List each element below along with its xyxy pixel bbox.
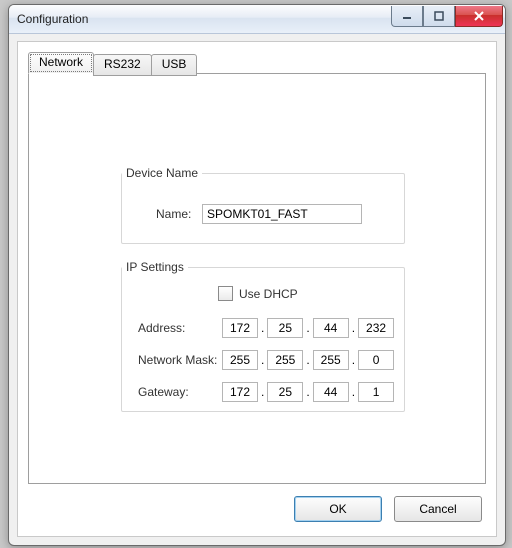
tab-strip: Network RS232 USB (28, 52, 196, 74)
dialog-button-bar: OK Cancel (294, 496, 482, 522)
dot: . (258, 353, 267, 367)
close-button[interactable] (455, 6, 503, 27)
configuration-window: Configuration Network RS232 USB Device N… (8, 4, 506, 546)
gateway-octet-3[interactable] (313, 382, 349, 402)
dot: . (258, 385, 267, 399)
address-octet-4[interactable] (358, 318, 394, 338)
dot: . (303, 321, 312, 335)
tab-rs232[interactable]: RS232 (93, 54, 152, 76)
mask-octet-3[interactable] (313, 350, 349, 370)
dot: . (349, 353, 358, 367)
titlebar: Configuration (9, 5, 505, 34)
dot: . (258, 321, 267, 335)
minimize-icon (402, 11, 412, 21)
tab-page-network: Device Name Name: IP Settings Use DHCP A… (28, 73, 486, 484)
dot: . (349, 321, 358, 335)
tab-network[interactable]: Network (28, 52, 94, 74)
dot: . (303, 353, 312, 367)
mask-octet-2[interactable] (267, 350, 303, 370)
cancel-button[interactable]: Cancel (394, 496, 482, 522)
gateway-octet-2[interactable] (267, 382, 303, 402)
ip-settings-legend: IP Settings (122, 260, 188, 274)
dot: . (303, 385, 312, 399)
tab-label: USB (162, 57, 187, 71)
name-label: Name: (156, 207, 202, 221)
address-octet-2[interactable] (267, 318, 303, 338)
use-dhcp-label: Use DHCP (239, 287, 298, 301)
window-buttons (391, 6, 503, 26)
name-input[interactable] (202, 204, 362, 224)
mask-label: Network Mask: (138, 353, 222, 367)
dot: . (349, 385, 358, 399)
address-octet-3[interactable] (313, 318, 349, 338)
address-label: Address: (138, 321, 222, 335)
gateway-label: Gateway: (138, 385, 222, 399)
gateway-octet-1[interactable] (222, 382, 258, 402)
window-title: Configuration (17, 12, 391, 26)
maximize-icon (434, 11, 444, 21)
gateway-octet-4[interactable] (358, 382, 394, 402)
tab-label: RS232 (104, 57, 141, 71)
device-name-legend: Device Name (122, 166, 202, 180)
use-dhcp-checkbox[interactable] (218, 286, 233, 301)
tab-label: Network (39, 55, 83, 69)
mask-octet-1[interactable] (222, 350, 258, 370)
ip-settings-group: IP Settings Use DHCP Address: . . . Netw… (121, 260, 405, 412)
device-name-group: Device Name Name: (121, 166, 405, 244)
minimize-button[interactable] (391, 6, 423, 27)
maximize-button[interactable] (423, 6, 455, 27)
address-octet-1[interactable] (222, 318, 258, 338)
tab-usb[interactable]: USB (151, 54, 198, 76)
client-area: Network RS232 USB Device Name Name: IP S… (17, 41, 497, 537)
close-icon (473, 11, 485, 21)
mask-octet-4[interactable] (358, 350, 394, 370)
ok-button[interactable]: OK (294, 496, 382, 522)
